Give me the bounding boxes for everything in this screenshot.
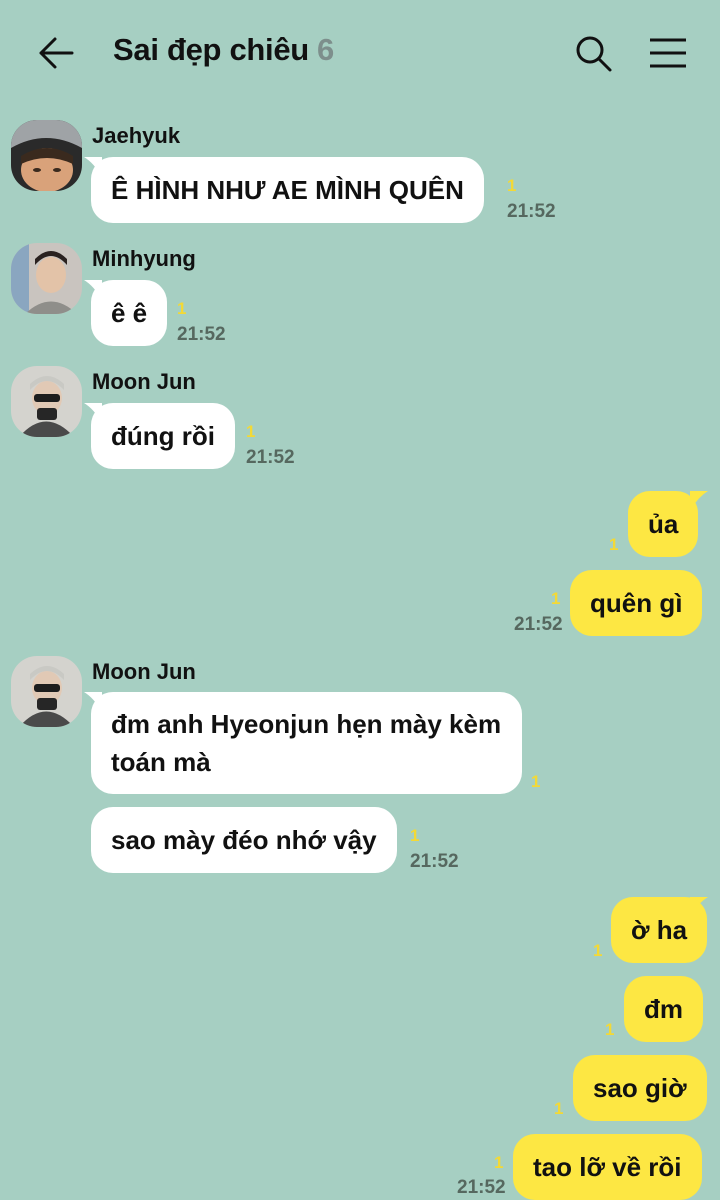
- sender-name: Moon Jun: [92, 369, 196, 394]
- message-bubble[interactable]: Ê HÌNH NHƯ AE MÌNH QUÊN: [91, 157, 484, 223]
- message-bubble[interactable]: đm anh Hyeonjun hẹn mày kèm toán mà: [91, 692, 522, 794]
- search-icon[interactable]: [574, 34, 614, 74]
- message-time: 21:52: [177, 324, 226, 345]
- unread-count: 1: [177, 299, 187, 318]
- unread-count: 1: [531, 772, 541, 791]
- message-bubble[interactable]: quên gì: [570, 570, 703, 636]
- message-time: 21:52: [514, 614, 563, 635]
- unread-count: 1: [507, 176, 517, 195]
- message-bubble[interactable]: sao mày đéo nhớ vậy: [91, 807, 397, 873]
- avatar-moon-jun[interactable]: [11, 366, 82, 437]
- avatar-moon-jun[interactable]: [11, 656, 82, 727]
- message-bubble[interactable]: ủa: [628, 491, 699, 557]
- message-time: 21:52: [507, 201, 556, 222]
- unread-count: 1: [410, 826, 420, 845]
- sender-name: Minhyung: [92, 246, 196, 271]
- unread-count: 1: [605, 1020, 615, 1039]
- unread-count: 1: [246, 422, 256, 441]
- unread-count: 1: [609, 535, 619, 554]
- avatar-minhyung[interactable]: [11, 243, 82, 314]
- message-time: 21:52: [410, 851, 459, 872]
- unread-count: 1: [554, 1099, 564, 1118]
- chat-title-text: Sai đẹp chiêu: [113, 32, 309, 67]
- message-bubble[interactable]: đm: [624, 976, 703, 1042]
- member-count: 6: [316, 32, 334, 67]
- sender-name: Jaehyuk: [92, 123, 181, 148]
- message-bubble[interactable]: tao lỡ về rồi: [513, 1134, 702, 1200]
- message-bubble[interactable]: ờ ha: [611, 897, 708, 963]
- avatar-jaehyuk[interactable]: [11, 120, 82, 191]
- hamburger-menu-icon[interactable]: [648, 36, 688, 70]
- back-arrow-icon[interactable]: [36, 36, 76, 70]
- chat-title: Sai đẹp chiêu 6: [113, 32, 334, 68]
- unread-count: 1: [593, 941, 603, 960]
- unread-count: 1: [494, 1153, 504, 1172]
- message-time: 21:52: [246, 447, 295, 468]
- message-bubble[interactable]: sao giờ: [573, 1055, 707, 1121]
- message-bubble[interactable]: đúng rồi: [91, 403, 235, 469]
- chat-header: Sai đẹp chiêu 6: [0, 0, 720, 105]
- unread-count: 1: [551, 589, 561, 608]
- message-time: 21:52: [457, 1177, 506, 1198]
- message-bubble[interactable]: ê ê: [91, 280, 168, 346]
- sender-name: Moon Jun: [92, 659, 196, 684]
